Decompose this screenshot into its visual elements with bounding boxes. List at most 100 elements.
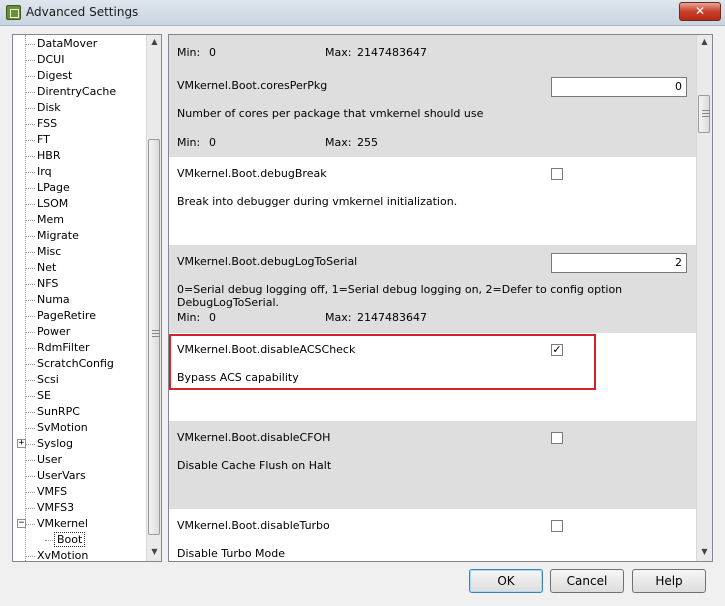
min-value: 0 [209,136,216,149]
tree-item-label: DCUI [37,53,65,66]
tree-item-label: VMFS3 [37,501,75,514]
tree-item-misc[interactable]: Misc [13,244,148,260]
tree-item-mem[interactable]: Mem [13,212,148,228]
tree-item-scsi[interactable]: Scsi [13,372,148,388]
tree-item-vmfs[interactable]: VMFS [13,484,148,500]
tree-item-hbr[interactable]: HBR [13,148,148,164]
tree-item-xvmotion[interactable]: XvMotion [13,548,148,562]
tree-connector [25,108,35,109]
expand-icon[interactable]: + [17,439,26,448]
tree-item-label: NFS [37,277,59,290]
tree-item-irq[interactable]: Irq [13,164,148,180]
scroll-down-icon[interactable]: ▼ [147,545,161,559]
tree-item-lpage[interactable]: LPage [13,180,148,196]
tree-item-numa[interactable]: Numa [13,292,148,308]
tree-item-digest[interactable]: Digest [13,68,148,84]
max-value: 2147483647 [357,46,427,59]
max-label: Max: [325,136,352,149]
scroll-down-icon[interactable]: ▼ [697,545,712,559]
disable-turbo-checkbox[interactable] [551,520,563,532]
tree-item-label: User [37,453,63,466]
window-title: Advanced Settings [26,5,139,19]
tree-connector [25,316,35,317]
setting-name: VMkernel.Boot.disableCFOH [177,431,331,444]
debug-break-checkbox[interactable] [551,168,563,180]
tree-item-power[interactable]: Power [13,324,148,340]
setting-description: 0=Serial debug logging off, 1=Serial deb… [177,283,623,309]
tree-item-datamover[interactable]: DataMover [13,36,148,52]
collapse-icon[interactable]: − [17,519,26,528]
setting-partial: Min: 0 Max: 2147483647 [169,35,696,69]
tree-item-nfs[interactable]: NFS [13,276,148,292]
tree-connector [25,140,35,141]
tree-item-uservars[interactable]: UserVars [13,468,148,484]
tree-scrollbar[interactable]: ▲ ▼ [146,35,161,561]
scroll-up-icon[interactable]: ▲ [697,35,712,49]
setting-description: Break into debugger during vmkernel init… [177,195,458,208]
tree-connector [25,332,35,333]
tree-connector [25,380,35,381]
settings-scrollbar[interactable]: ▲ ▼ [696,35,712,561]
settings-scroll-thumb[interactable] [698,95,710,133]
tree-item-syslog[interactable]: + Syslog [13,436,148,452]
tree-item-label: VMFS [37,485,68,498]
debug-log-to-serial-input[interactable]: 2 [551,253,687,273]
tree-connector [25,220,35,221]
tree-item-label: HBR [37,149,61,162]
close-button[interactable]: ✕ [679,2,721,21]
tree-item-dcui[interactable]: DCUI [13,52,148,68]
max-label: Max: [325,46,352,59]
tree-connector [25,364,35,365]
tree-scroll-thumb[interactable] [148,139,160,535]
tree-item-label: Net [37,261,57,274]
tree-item-label: FT [37,133,50,146]
tree-item-direntrycache[interactable]: DirentryCache [13,84,148,100]
tree-item-label: Misc [37,245,62,258]
tree-item-sunrpc[interactable]: SunRPC [13,404,148,420]
ok-button[interactable]: OK [469,569,543,593]
tree-connector [25,236,35,237]
tree-item-label: XvMotion [37,549,89,562]
tree-connector [25,204,35,205]
tree-item-fss[interactable]: FSS [13,116,148,132]
disable-cfoh-checkbox[interactable] [551,432,563,444]
tree-connector [25,284,35,285]
min-label: Min: [177,311,201,324]
tree-item-label: Migrate [37,229,79,242]
setting-name: VMkernel.Boot.debugLogToSerial [177,255,358,268]
tree-item-user[interactable]: User [13,452,148,468]
tree-item-label: Power [37,325,71,338]
tree-item-label: Irq [37,165,52,178]
setting-name: VMkernel.Boot.debugBreak [177,167,327,180]
tree-item-vmkernel[interactable]: − VMkernel [13,516,148,532]
setting-disable-turbo: VMkernel.Boot.disableTurbo Disable Turbo… [169,509,696,561]
help-button[interactable]: Help [632,569,706,593]
cores-per-pkg-input[interactable]: 0 [551,77,687,97]
tree-item-ft[interactable]: FT [13,132,148,148]
tree-item-svmotion[interactable]: SvMotion [13,420,148,436]
cancel-button[interactable]: Cancel [550,569,624,593]
tree-item-label: Digest [37,69,73,82]
tree-item-net[interactable]: Net [13,260,148,276]
tree-item-se[interactable]: SE [13,388,148,404]
min-value: 0 [209,311,216,324]
tree-item-migrate[interactable]: Migrate [13,228,148,244]
scroll-up-icon[interactable]: ▲ [147,35,161,49]
tree-item-scratchconfig[interactable]: ScratchConfig [13,356,148,372]
tree-item-rdmfilter[interactable]: RdmFilter [13,340,148,356]
tree-item-lsom[interactable]: LSOM [13,196,148,212]
setting-debug-break: VMkernel.Boot.debugBreak Break into debu… [169,157,696,245]
tree-item-label: Disk [37,101,61,114]
tree-item-vmfs3[interactable]: VMFS3 [13,500,148,516]
tree-item-pageretire[interactable]: PageRetire [13,308,148,324]
tree-item-label: LPage [37,181,70,194]
tree-item-disk[interactable]: Disk [13,100,148,116]
tree-item-boot[interactable]: Boot [13,532,148,548]
tree-item-label: PageRetire [37,309,96,322]
tree-item-label: FSS [37,117,58,130]
tree-connector [25,396,35,397]
tree-item-label: DirentryCache [37,85,117,98]
category-tree[interactable]: DataMover DCUI Digest DirentryCache Disk FSS F… [12,34,162,562]
app-icon [6,5,21,20]
tree-connector [25,444,35,445]
